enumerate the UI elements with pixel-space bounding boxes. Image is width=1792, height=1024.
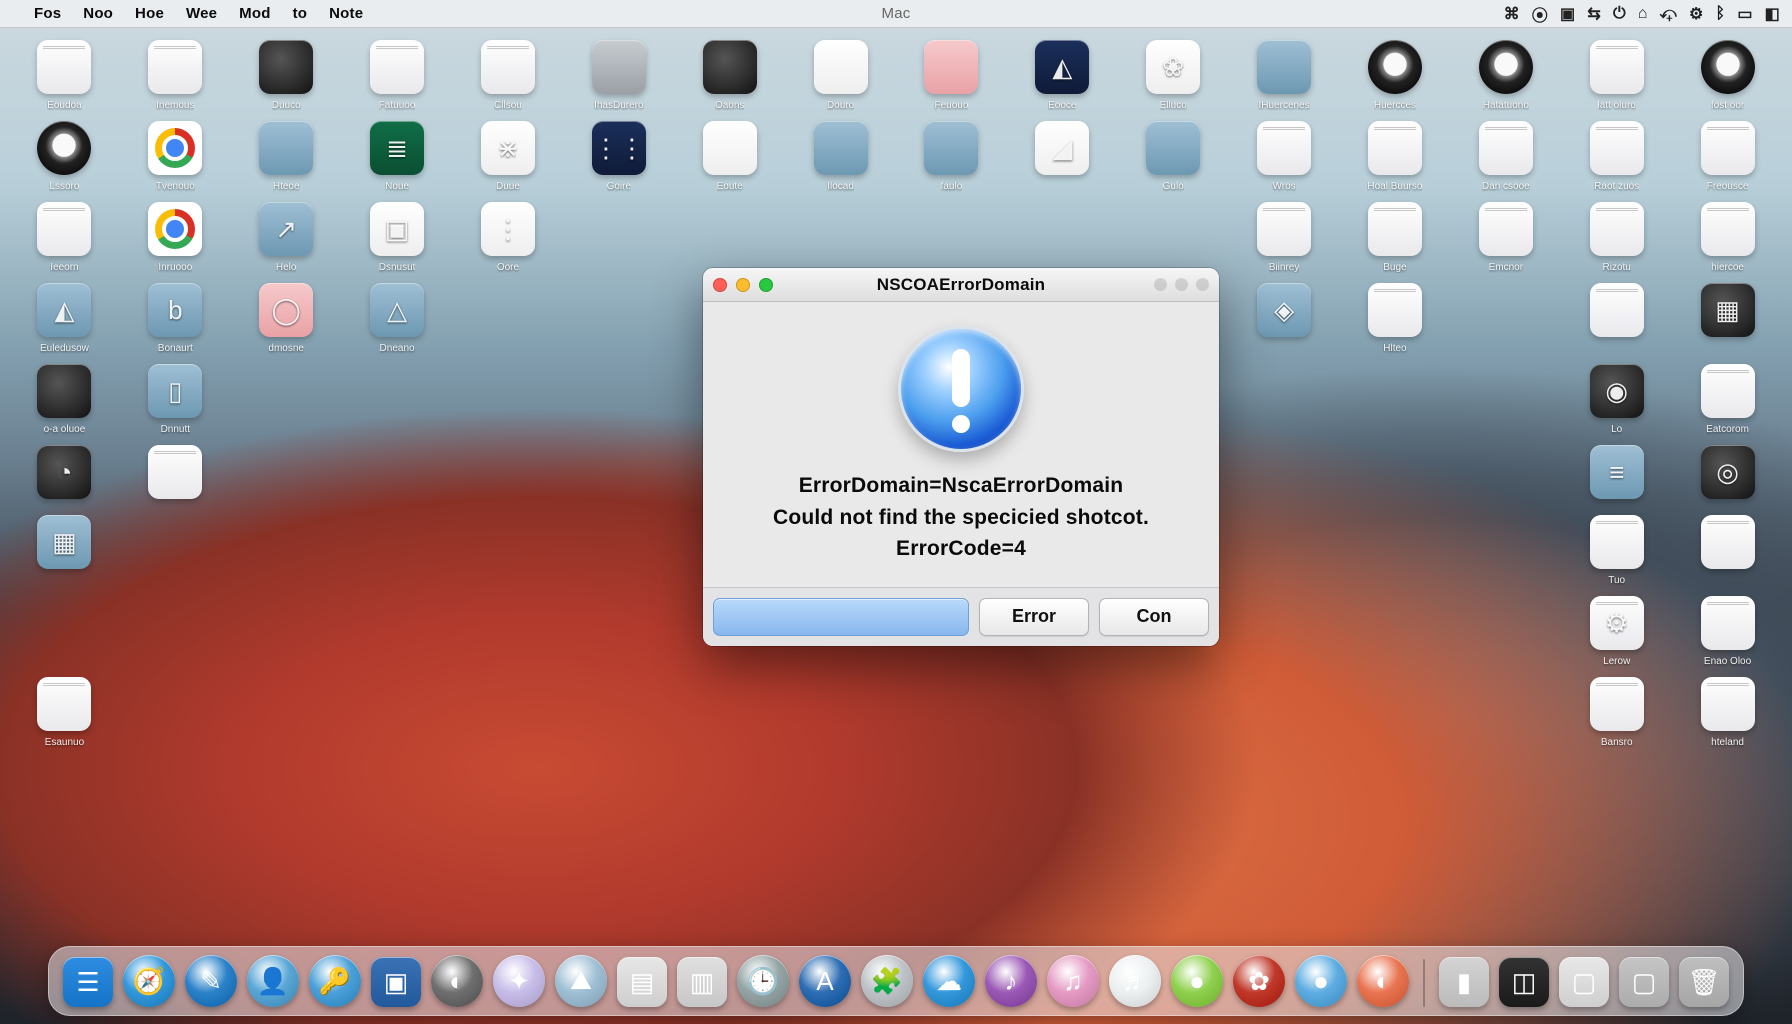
zoom-button[interactable] (759, 278, 773, 292)
dialog-line-3: ErrorCode=4 (725, 533, 1197, 565)
dialog-message: ErrorDomain=NscaErrorDomain Could not fi… (725, 470, 1197, 565)
dialog-line-1: ErrorDomain=NscaErrorDomain (725, 470, 1197, 502)
dialog-backdrop: NSCOAErrorDomain ErrorDomain=NscaErrorDo… (0, 0, 1792, 1024)
window-controls (713, 278, 773, 292)
error-button[interactable]: Error (979, 598, 1089, 636)
titlebar-right-dots (1154, 278, 1209, 291)
dialog-buttons: Error Con (703, 587, 1219, 646)
error-dialog: NSCOAErrorDomain ErrorDomain=NscaErrorDo… (703, 268, 1219, 646)
dialog-highlight-well (713, 598, 969, 636)
alert-icon (898, 326, 1024, 452)
dialog-titlebar[interactable]: NSCOAErrorDomain (703, 268, 1219, 302)
dialog-body: ErrorDomain=NscaErrorDomain Could not fi… (703, 302, 1219, 569)
dialog-title: NSCOAErrorDomain (877, 275, 1046, 295)
close-button[interactable] (713, 278, 727, 292)
minimize-button[interactable] (736, 278, 750, 292)
dialog-line-2: Could not find the specicied shotcot. (725, 502, 1197, 534)
con-button[interactable]: Con (1099, 598, 1209, 636)
